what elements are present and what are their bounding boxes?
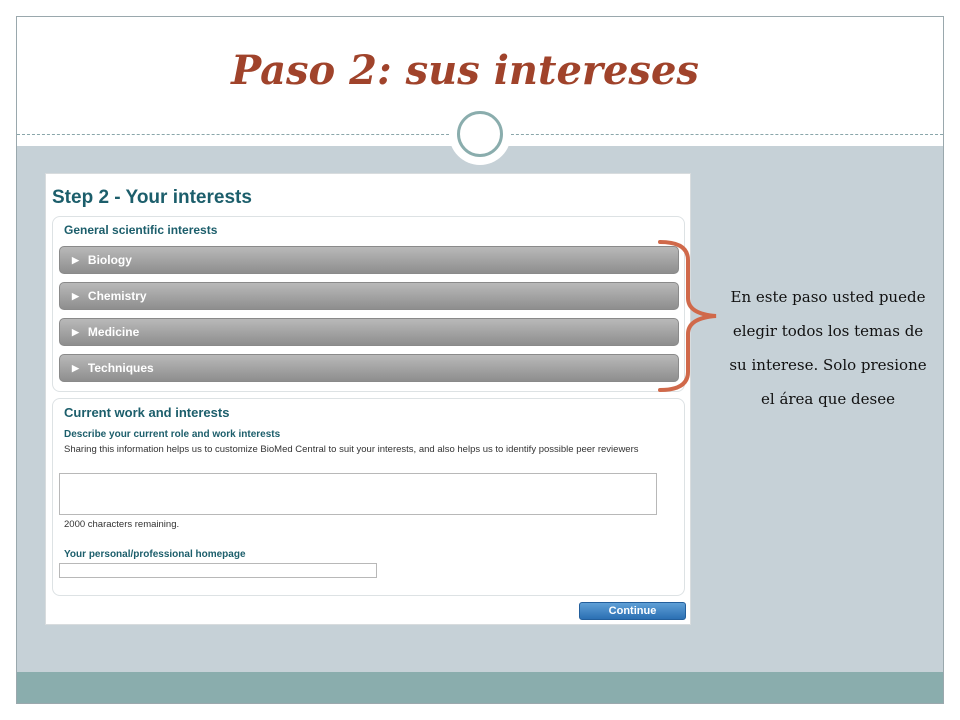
accordion-label: Medicine [87, 325, 140, 339]
chars-remaining: 2000 characters remaining. [64, 519, 180, 530]
accordion-label: Biology [87, 253, 132, 267]
homepage-field-label: Your personal/professional homepage [64, 549, 246, 560]
curly-brace [658, 240, 717, 392]
slide-title: Paso 2: sus intereses [231, 47, 699, 94]
triangle-right-icon: ▶ [72, 254, 79, 265]
general-interests-heading: General scientific interests [64, 223, 218, 237]
general-interests-box: General scientific interests ▶ Biology ▶… [52, 216, 685, 392]
current-work-heading: Current work and interests [64, 405, 230, 420]
step-title: Step 2 - Your interests [52, 187, 252, 208]
homepage-input[interactable] [59, 563, 377, 578]
triangle-right-icon: ▶ [72, 362, 79, 373]
triangle-right-icon: ▶ [72, 290, 79, 301]
accordion-chemistry[interactable]: ▶ Chemistry [59, 282, 679, 310]
role-help-text: Sharing this information helps us to cus… [64, 444, 639, 455]
accordion-biology[interactable]: ▶ Biology [59, 246, 679, 274]
continue-button[interactable]: Continue [579, 602, 686, 620]
accordion-label: Techniques [87, 361, 154, 375]
triangle-right-icon: ▶ [72, 326, 79, 337]
role-textarea[interactable] [59, 473, 657, 515]
circle-ornament-ring [457, 111, 503, 157]
accordion-techniques[interactable]: ▶ Techniques [59, 354, 679, 382]
role-field-label: Describe your current role and work inte… [64, 429, 281, 440]
side-note: En este paso usted puede elegir todos lo… [729, 288, 927, 408]
accordion-medicine[interactable]: ▶ Medicine [59, 318, 679, 346]
footer-band [17, 672, 943, 703]
current-work-box: Current work and interests Describe your… [52, 398, 685, 596]
form-screenshot-panel: Step 2 - Your interests General scientif… [45, 173, 691, 625]
accordion-label: Chemistry [87, 289, 147, 303]
